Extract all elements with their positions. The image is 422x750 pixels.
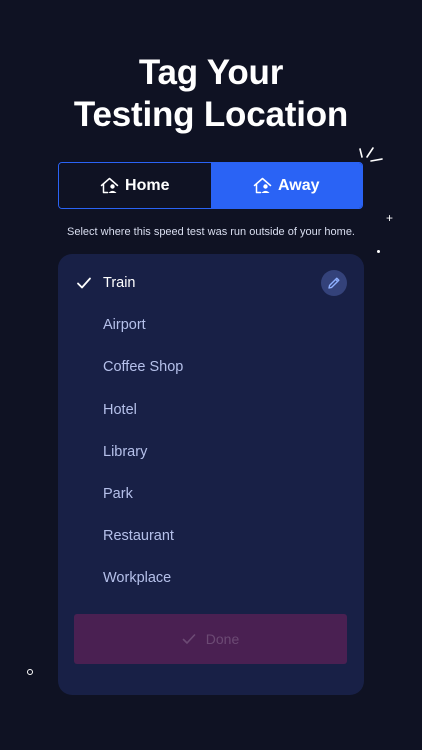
- location-item-label: Hotel: [103, 401, 137, 418]
- plus-decoration-icon: +: [386, 211, 394, 225]
- page-title: Tag Your Testing Location: [0, 52, 422, 136]
- location-item-park[interactable]: Park: [58, 473, 364, 515]
- location-item-label: Workplace: [103, 570, 172, 587]
- page-title-line-1: Tag Your: [138, 53, 284, 92]
- location-item-workplace[interactable]: Workplace: [58, 557, 364, 599]
- location-item-restaurant[interactable]: Restaurant: [58, 515, 364, 557]
- location-item-label: Coffee Shop: [103, 359, 184, 376]
- home-tab[interactable]: Home: [59, 163, 211, 208]
- location-item-airport[interactable]: Airport: [58, 304, 364, 346]
- tag-location-screen: Tag Your Testing Location + Home Away Se…: [0, 0, 422, 750]
- location-item-label: Park: [103, 486, 133, 503]
- location-list: Train Airport Coffee Shop Hotel Library …: [58, 262, 364, 600]
- page-title-line-2: Testing Location: [73, 95, 349, 134]
- helper-text: Select where this speed test was run out…: [67, 226, 355, 238]
- home-person-icon: [253, 177, 272, 194]
- location-item-label: Train: [103, 275, 136, 292]
- home-tab-label: Home: [125, 176, 170, 194]
- done-button-label: Done: [205, 631, 240, 647]
- location-item-train[interactable]: Train: [58, 262, 364, 304]
- home-person-icon: [100, 177, 119, 194]
- location-item-library[interactable]: Library: [58, 431, 364, 473]
- location-item-label: Airport: [103, 317, 146, 334]
- location-item-coffee-shop[interactable]: Coffee Shop: [58, 346, 364, 388]
- checkmark-icon: [182, 634, 196, 644]
- checkmark-icon: [77, 277, 91, 289]
- location-list-panel: Train Airport Coffee Shop Hotel Library …: [58, 254, 364, 695]
- done-button[interactable]: Done: [74, 614, 347, 664]
- away-tab[interactable]: Away: [210, 163, 362, 208]
- dot-decoration-icon: [377, 250, 380, 253]
- location-item-hotel[interactable]: Hotel: [58, 389, 364, 431]
- pencil-icon: [328, 277, 340, 289]
- location-item-label: Library: [103, 443, 148, 460]
- away-tab-label: Away: [277, 176, 320, 194]
- location-type-toggle: Home Away: [58, 162, 363, 209]
- ring-decoration-icon: [27, 669, 33, 675]
- edit-locations-button[interactable]: [321, 270, 347, 296]
- location-item-label: Restaurant: [103, 528, 174, 545]
